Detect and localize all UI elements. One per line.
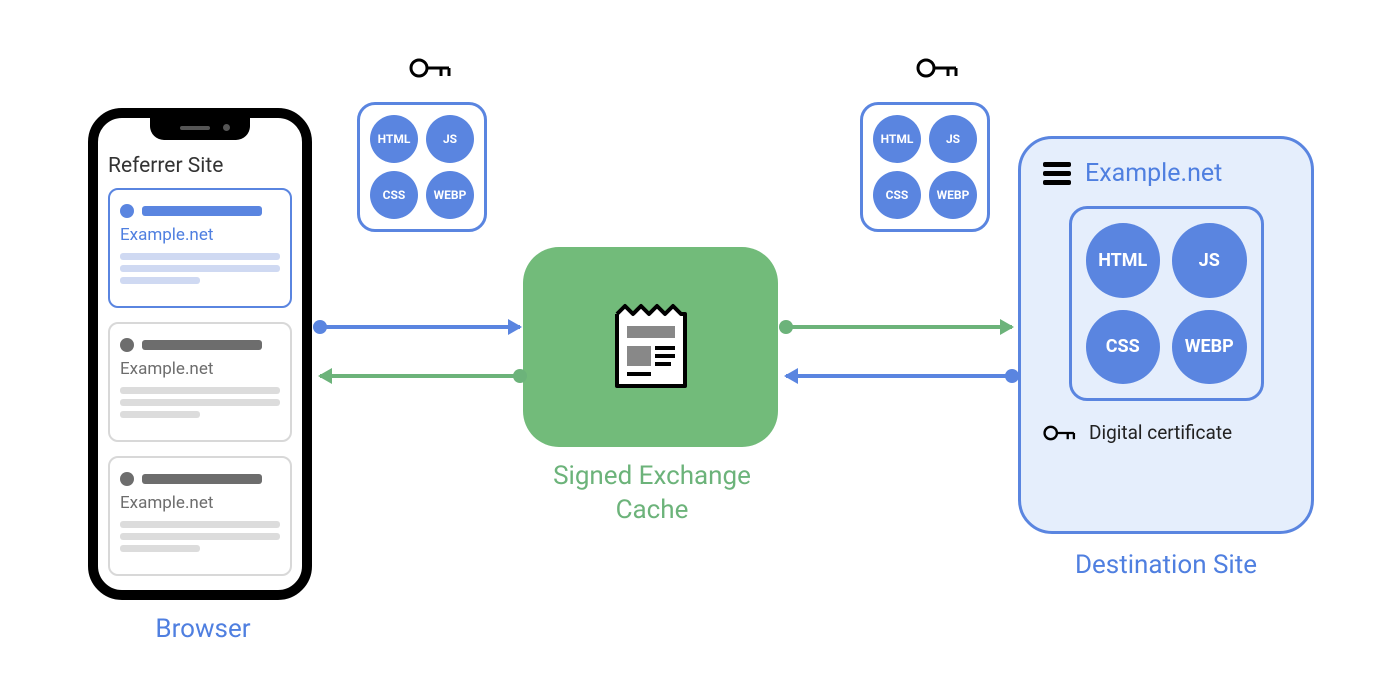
signed-exchange-cache [523,247,778,447]
destination-site-box: Example.net HTML JS CSS WEBP Digital cer… [1018,136,1314,534]
arrow-cache-to-browser [320,374,520,378]
card-site-name: Example.net [120,493,280,513]
referrer-site-title: Referrer Site [108,154,223,178]
asset-js-icon: JS [426,115,474,163]
arrow-destination-to-cache [786,374,1012,378]
key-icon [409,54,453,82]
asset-html-icon: HTML [1086,223,1161,298]
asset-css-icon: CSS [873,171,921,219]
key-icon [1043,422,1077,444]
asset-js-icon: JS [929,115,977,163]
card-heading-bar [142,474,262,484]
card-text-placeholder [120,521,280,552]
asset-html-icon: HTML [873,115,921,163]
asset-css-icon: CSS [370,171,418,219]
asset-webp-icon: WEBP [1172,310,1247,385]
card-text-placeholder [120,387,280,418]
hamburger-icon [1043,162,1071,185]
card-bullet-icon [120,338,134,352]
asset-bundle-large: HTML JS CSS WEBP [1069,206,1264,401]
key-icon [916,54,960,82]
asset-css-icon: CSS [1086,310,1161,385]
card-site-name: Example.net [120,225,280,245]
asset-html-icon: HTML [370,115,418,163]
asset-bundle-small-right: HTML JS CSS WEBP [860,102,990,232]
newspaper-icon [611,302,691,392]
asset-js-icon: JS [1172,223,1247,298]
arrow-browser-to-cache [320,325,520,329]
browser-label: Browser [148,614,258,644]
browser-phone: Referrer Site Example.net Example.net Ex… [88,108,312,600]
card-bullet-icon [120,204,134,218]
card-site-name: Example.net [120,359,280,379]
asset-webp-icon: WEBP [929,171,977,219]
cache-label: Signed Exchange Cache [547,460,757,528]
arrow-cache-to-destination [786,325,1012,329]
result-card-secondary: Example.net [108,322,292,442]
card-heading-bar [142,340,262,350]
asset-bundle-small-left: HTML JS CSS WEBP [357,102,487,232]
destination-title: Example.net [1085,159,1222,188]
digital-certificate-label: Digital certificate [1089,421,1232,444]
result-card-secondary: Example.net [108,456,292,576]
card-text-placeholder [120,253,280,284]
card-bullet-icon [120,472,134,486]
card-heading-bar [142,206,262,216]
destination-label: Destination Site [1066,550,1266,580]
asset-webp-icon: WEBP [426,171,474,219]
result-card-primary: Example.net [108,188,292,308]
phone-notch [150,116,250,140]
